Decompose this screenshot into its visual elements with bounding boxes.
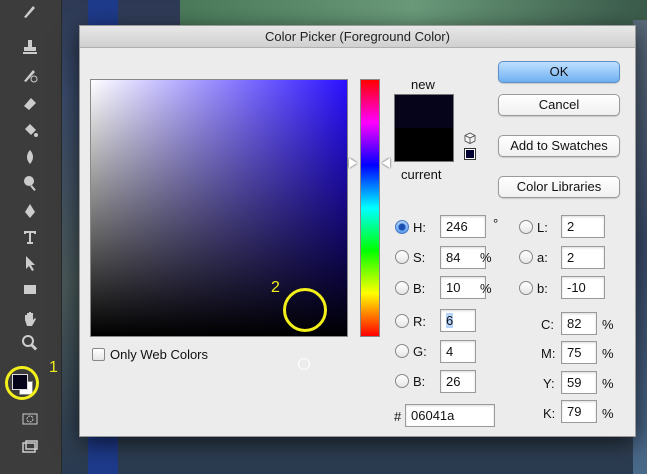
type-icon[interactable] bbox=[18, 226, 42, 248]
only-web-colors-label: Only Web Colors bbox=[110, 347, 209, 362]
h-label: H: bbox=[413, 220, 426, 235]
color-libraries-button[interactable]: Color Libraries bbox=[498, 176, 620, 198]
r-field-value: 6 bbox=[446, 313, 454, 328]
new-color-swatch bbox=[394, 94, 454, 128]
zoom-icon[interactable] bbox=[18, 332, 42, 354]
g-field[interactable]: 4 bbox=[440, 340, 476, 363]
radio-h[interactable] bbox=[395, 220, 409, 234]
h-field[interactable]: 246 bbox=[440, 215, 486, 238]
history-brush-icon[interactable] bbox=[18, 64, 42, 86]
radio-l[interactable] bbox=[519, 220, 533, 234]
a-label: a: bbox=[537, 250, 548, 265]
web-safe-color-swatch[interactable] bbox=[464, 148, 476, 160]
c-unit: % bbox=[602, 317, 614, 332]
l-field[interactable]: 2 bbox=[561, 215, 605, 238]
hand-icon[interactable] bbox=[18, 308, 42, 330]
s-label: S: bbox=[413, 250, 426, 265]
annotation-circle-2 bbox=[283, 288, 327, 332]
h-unit: ° bbox=[493, 216, 499, 231]
ok-button[interactable]: OK bbox=[498, 61, 620, 83]
radio-r[interactable] bbox=[395, 314, 409, 328]
hue-slider-arrow-right[interactable] bbox=[382, 158, 390, 168]
m-unit: % bbox=[602, 346, 614, 361]
k-field[interactable]: 79 bbox=[561, 400, 597, 423]
annotation-circle-1 bbox=[5, 366, 39, 400]
hue-slider-arrow-left[interactable] bbox=[349, 158, 357, 168]
current-color-swatch[interactable] bbox=[394, 128, 454, 162]
eraser-icon[interactable] bbox=[18, 92, 42, 114]
quick-mask-icon[interactable] bbox=[18, 408, 42, 430]
radio-b-hsb[interactable] bbox=[395, 281, 409, 295]
radio-a[interactable] bbox=[519, 250, 533, 264]
r-field[interactable]: 6 bbox=[440, 309, 476, 332]
r-label: R: bbox=[413, 314, 426, 329]
m-label: M: bbox=[541, 346, 556, 361]
bucket-icon[interactable] bbox=[18, 119, 42, 141]
k-label: K: bbox=[543, 406, 556, 421]
a-field[interactable]: 2 bbox=[561, 246, 605, 269]
only-web-colors-checkbox[interactable] bbox=[92, 348, 105, 361]
rectangle-icon[interactable] bbox=[18, 278, 42, 300]
blur-icon[interactable] bbox=[18, 146, 42, 168]
stamp-icon[interactable] bbox=[18, 36, 42, 58]
current-label: current bbox=[401, 167, 442, 182]
new-label: new bbox=[411, 77, 435, 92]
c-label: C: bbox=[541, 317, 554, 332]
b-lab-field[interactable]: -10 bbox=[561, 276, 605, 299]
out-of-gamut-cube-icon[interactable] bbox=[464, 132, 476, 144]
pen-icon[interactable] bbox=[18, 200, 42, 222]
screen-mode-icon[interactable] bbox=[18, 436, 42, 458]
hue-slider[interactable] bbox=[360, 79, 380, 337]
brush-icon[interactable] bbox=[18, 0, 42, 22]
annotation-number-1: 1 bbox=[49, 359, 58, 376]
dialog-title: Color Picker (Foreground Color) bbox=[80, 26, 635, 48]
dodge-icon[interactable] bbox=[18, 172, 42, 194]
hex-field[interactable]: 06041a bbox=[405, 404, 495, 427]
path-select-icon[interactable] bbox=[18, 252, 42, 274]
cancel-button[interactable]: Cancel bbox=[498, 94, 620, 116]
b-rgb-label: B: bbox=[413, 374, 426, 389]
picker-ring[interactable] bbox=[298, 358, 310, 370]
color-picker-dialog: Color Picker (Foreground Color) new curr… bbox=[79, 25, 636, 437]
b-lab-label: b: bbox=[537, 281, 548, 296]
tools-panel bbox=[0, 0, 62, 474]
y-label: Y: bbox=[543, 376, 555, 391]
l-label: L: bbox=[537, 220, 548, 235]
hex-label: # bbox=[394, 409, 402, 424]
add-to-swatches-button[interactable]: Add to Swatches bbox=[498, 135, 620, 157]
m-field[interactable]: 75 bbox=[561, 341, 597, 364]
radio-b-lab[interactable] bbox=[519, 281, 533, 295]
radio-g[interactable] bbox=[395, 344, 409, 358]
b-rgb-field[interactable]: 26 bbox=[440, 370, 476, 393]
annotation-number-2: 2 bbox=[271, 279, 280, 296]
c-field[interactable]: 82 bbox=[561, 312, 597, 335]
k-unit: % bbox=[602, 406, 614, 421]
b-hsb-label: B: bbox=[413, 281, 426, 296]
radio-b-rgb[interactable] bbox=[395, 374, 409, 388]
s-unit: % bbox=[480, 250, 492, 265]
b-hsb-unit: % bbox=[480, 281, 492, 296]
g-label: G: bbox=[413, 344, 427, 359]
y-field[interactable]: 59 bbox=[561, 371, 597, 394]
radio-s[interactable] bbox=[395, 250, 409, 264]
y-unit: % bbox=[602, 376, 614, 391]
